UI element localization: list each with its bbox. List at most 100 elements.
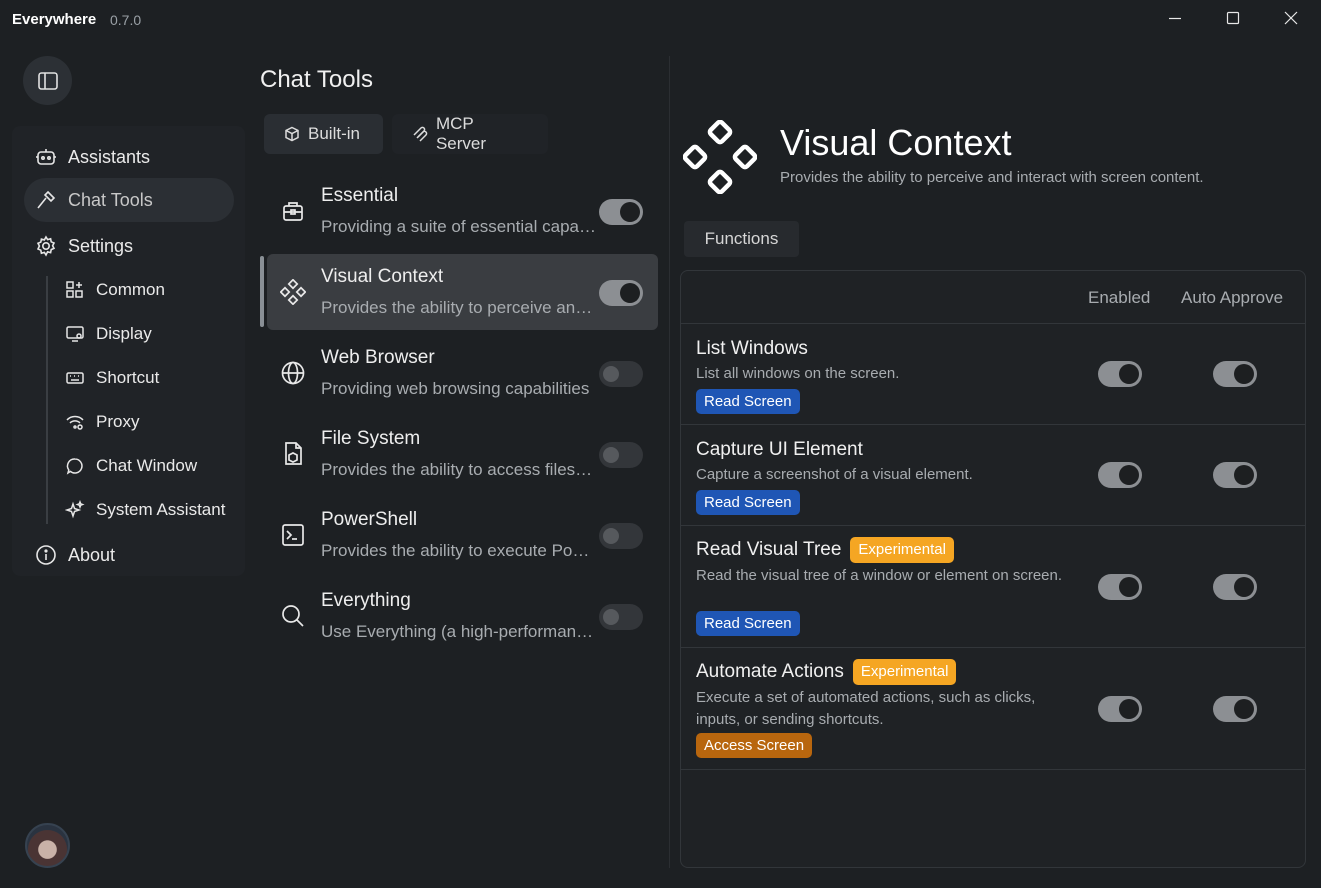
info-icon (34, 543, 58, 567)
row-divider (681, 424, 1305, 425)
sidebar-item-label: Shortcut (96, 368, 160, 387)
tool-toggle[interactable] (599, 361, 643, 387)
function-desc: Capture a screenshot of a visual element… (696, 466, 973, 483)
tool-toggle[interactable] (599, 523, 643, 549)
sidebar-item-display[interactable]: Display (64, 314, 152, 354)
toolbox-icon (279, 197, 307, 225)
sidebar-item-chat-tools[interactable]: Chat Tools (24, 178, 234, 222)
permission-badge: Read Screen (696, 389, 800, 414)
tool-toggle[interactable] (599, 280, 643, 306)
tab-functions[interactable]: Functions (684, 221, 799, 257)
tool-desc: Provides the ability to execute PowerShe… (321, 541, 596, 560)
maximize-button[interactable] (1204, 0, 1262, 36)
tab-label: Built-in (308, 124, 360, 143)
tool-name: Web Browser (321, 347, 435, 368)
sidebar-item-chat-window[interactable]: Chat Window (64, 446, 197, 486)
tool-everything[interactable]: Everything Use Everything (a high-perfor… (267, 578, 658, 654)
gear-icon (34, 234, 58, 258)
detail-title: Visual Context (780, 122, 1012, 163)
close-button[interactable] (1262, 0, 1320, 36)
tool-name: PowerShell (321, 509, 418, 530)
app-version: 0.7.0 (110, 12, 142, 28)
tool-visual-context[interactable]: Visual Context Provides the ability to p… (267, 254, 658, 330)
function-name: List Windows (696, 338, 808, 359)
function-desc: List all windows on the screen. (696, 365, 900, 382)
tab-label: MCP Server (435, 114, 487, 153)
sidebar-item-label: Display (96, 324, 152, 343)
detail-subtitle: Provides the ability to perceive and int… (780, 169, 1204, 186)
column-header-enabled: Enabled (1088, 288, 1151, 307)
tool-desc: Use Everything (a high-performance file … (321, 622, 596, 641)
hammer-icon (34, 188, 58, 212)
sidebar-item-proxy[interactable]: Proxy (64, 402, 139, 442)
mcp-icon (413, 126, 428, 142)
minimize-button[interactable] (1146, 0, 1204, 36)
panel-divider (669, 56, 670, 868)
auto-approve-toggle[interactable] (1213, 361, 1257, 387)
row-divider (681, 769, 1305, 770)
tool-web-browser[interactable]: Web Browser Providing web browsing capab… (267, 335, 658, 411)
sidebar-item-assistants[interactable]: Assistants (34, 135, 234, 179)
tab-built-in[interactable]: Built-in (264, 114, 383, 154)
tool-desc: Provides the ability to perceive and int… (321, 298, 596, 317)
selected-indicator (260, 256, 264, 327)
avatar[interactable] (25, 823, 70, 868)
tab-mcp-server[interactable]: MCP Server (392, 114, 548, 154)
sidebar-item-label: Common (96, 280, 165, 299)
terminal-icon (279, 521, 307, 549)
globe-icon (279, 359, 307, 387)
sidebar-item-system-assistant[interactable]: System Assistant (64, 490, 225, 530)
auto-approve-toggle[interactable] (1213, 462, 1257, 488)
experimental-badge: Experimental (852, 659, 957, 685)
tool-file-system[interactable]: File System Provides the ability to acce… (267, 416, 658, 492)
sidebar-toggle-button[interactable] (23, 56, 72, 105)
close-icon (1284, 11, 1298, 25)
function-desc: Execute a set of automated actions, such… (696, 689, 1036, 728)
sidebar-item-settings[interactable]: Settings (34, 224, 234, 268)
sparkles-icon (64, 499, 86, 521)
tool-powershell[interactable]: PowerShell Provides the ability to execu… (267, 497, 658, 573)
title-bar: Everywhere 0.7.0 (0, 0, 1321, 40)
function-name: Capture UI Element (696, 439, 863, 460)
sidebar-item-label: Assistants (68, 146, 151, 167)
monitor-settings-icon (64, 323, 86, 345)
tool-desc: Providing web browsing capabilities (321, 379, 590, 398)
tool-name: File System (321, 428, 421, 449)
robot-icon (34, 145, 58, 169)
sidebar-item-label: Settings (68, 235, 134, 256)
maximize-icon (1226, 11, 1240, 25)
grid-plus-icon (64, 279, 86, 301)
app-title: Everywhere (12, 11, 97, 28)
chat-bubble-icon (64, 455, 86, 477)
sidebar-item-about[interactable]: About (34, 533, 234, 577)
sidebar-item-label: System Assistant (96, 500, 226, 519)
search-icon (279, 602, 307, 630)
enabled-toggle[interactable] (1098, 462, 1142, 488)
function-name: Read Visual Tree Experimental (696, 537, 954, 563)
tool-toggle[interactable] (599, 199, 643, 225)
row-divider (681, 323, 1305, 324)
auto-approve-toggle[interactable] (1213, 574, 1257, 600)
function-name: Automate Actions Experimental (696, 659, 957, 685)
row-divider (681, 647, 1305, 648)
sidebar-toggle-icon (37, 71, 58, 90)
keyboard-icon (64, 367, 86, 389)
experimental-badge: Experimental (850, 537, 954, 563)
diamonds-icon (682, 119, 758, 195)
permission-badge: Read Screen (696, 611, 800, 636)
enabled-toggle[interactable] (1098, 361, 1142, 387)
sidebar-item-label: Chat Tools (68, 189, 153, 210)
enabled-toggle[interactable] (1098, 696, 1142, 722)
tool-desc: Provides the ability to access files, di… (321, 460, 596, 479)
diamonds-icon (279, 278, 307, 306)
cube-icon (285, 126, 299, 142)
tool-toggle[interactable] (599, 442, 643, 468)
tool-essential[interactable]: Essential Providing a suite of essential… (267, 173, 658, 249)
sidebar-item-shortcut[interactable]: Shortcut (64, 358, 159, 398)
settings-subtree-line (46, 276, 48, 524)
auto-approve-toggle[interactable] (1213, 696, 1257, 722)
sidebar-item-common[interactable]: Common (64, 270, 165, 310)
tool-toggle[interactable] (599, 604, 643, 630)
enabled-toggle[interactable] (1098, 574, 1142, 600)
tool-desc: Providing a suite of essential capabilit… (321, 217, 596, 236)
